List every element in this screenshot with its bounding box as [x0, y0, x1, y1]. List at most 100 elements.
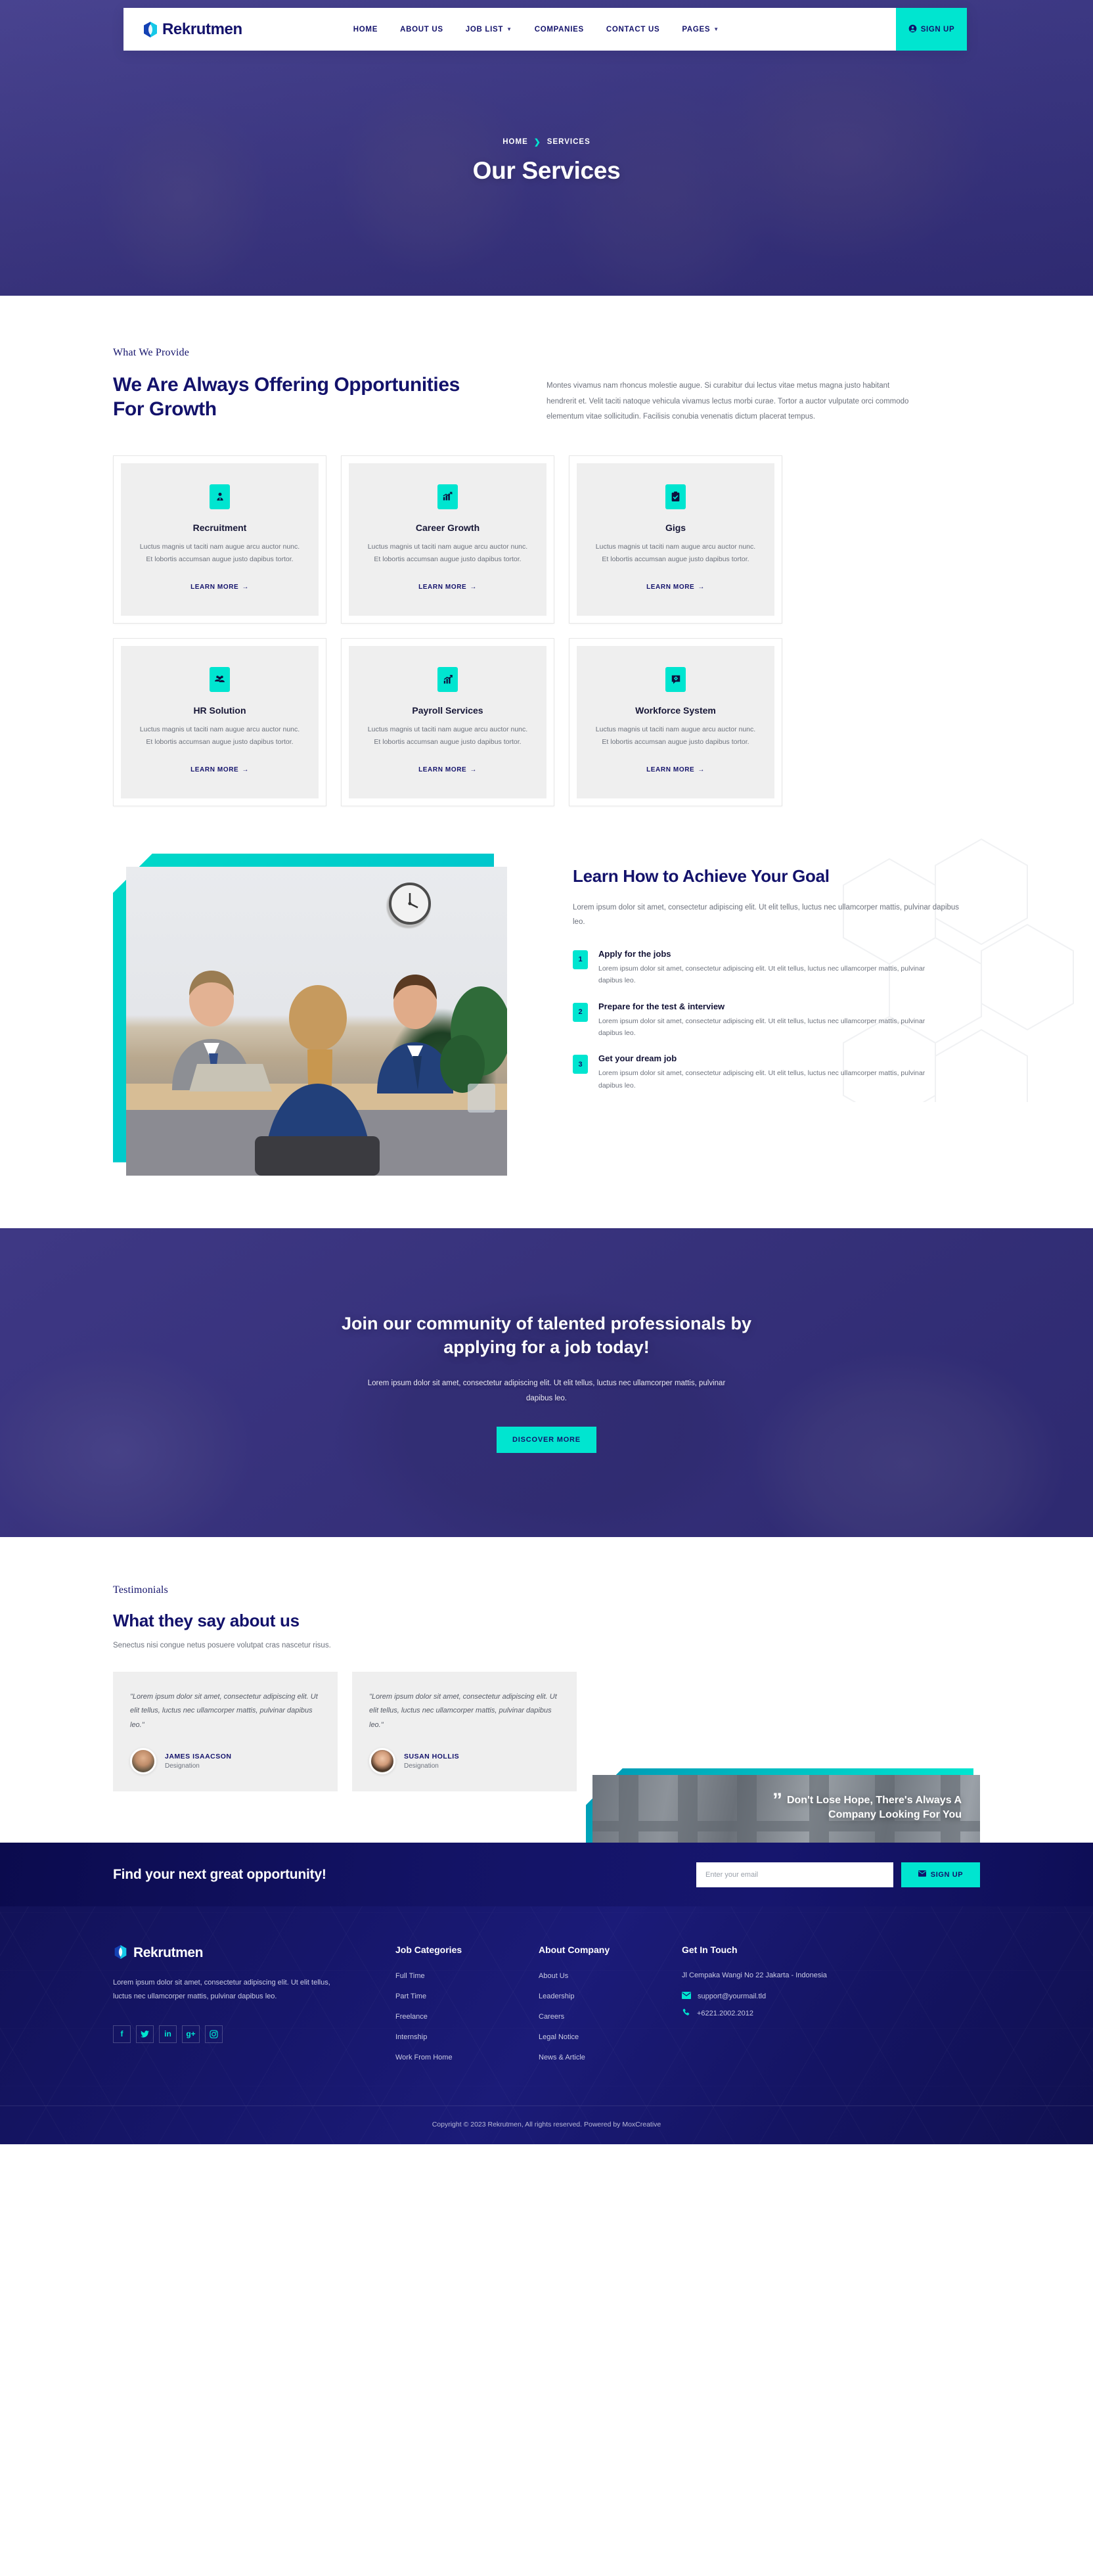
- testimonials-section: Testimonials What they say about us Sene…: [0, 1537, 1093, 2038]
- service-card[interactable]: Workforce System Luctus magnis ut taciti…: [569, 637, 782, 806]
- footer-get-in-touch-column: Get In Touch Jl Cempaka Wangi No 22 Jaka…: [682, 1944, 879, 2071]
- arrow-right-icon: →: [242, 766, 249, 773]
- footer-phone-row[interactable]: +6221.2002.2012: [682, 2008, 879, 2019]
- site-footer: Rekrutmen Lorem ipsum dolor sit amet, co…: [0, 1906, 1093, 2144]
- chart-arrow-icon: [437, 666, 458, 692]
- phone-icon: [682, 2008, 690, 2019]
- twitter-icon[interactable]: [136, 2025, 154, 2043]
- step-number-badge: 3: [573, 1055, 588, 1074]
- service-learn-more-link[interactable]: LEARN MORE →: [418, 766, 477, 773]
- quote-mark-icon: ”: [772, 1789, 782, 1811]
- footer-logo[interactable]: Rekrutmen: [113, 1944, 395, 1962]
- service-card-title: HR Solution: [193, 704, 246, 716]
- service-card-desc: Luctus magnis ut taciti nam augue arcu a…: [139, 542, 300, 564]
- service-card-title: Career Growth: [415, 522, 480, 533]
- service-learn-more-link[interactable]: LEARN MORE →: [190, 766, 249, 773]
- step-desc: Lorem ipsum dolor sit amet, consectetur …: [598, 964, 926, 985]
- footer-columns: Rekrutmen Lorem ipsum dolor sit amet, co…: [113, 1944, 980, 2071]
- breadcrumb-home[interactable]: HOME: [502, 138, 528, 146]
- instagram-icon[interactable]: [205, 2025, 223, 2043]
- brand-logo[interactable]: Rekrutmen: [142, 20, 242, 39]
- footer-link-leadership[interactable]: Leadership: [539, 1992, 574, 2000]
- newsletter-signup-label: SIGN UP: [930, 1870, 964, 1879]
- interview-photo: [126, 866, 507, 1176]
- service-learn-more-link[interactable]: LEARN MORE →: [418, 584, 477, 591]
- service-learn-more-link[interactable]: LEARN MORE →: [190, 584, 249, 591]
- service-learn-more-link[interactable]: LEARN MORE →: [646, 766, 705, 773]
- footer-email: support@yourmail.tld: [698, 1992, 767, 2000]
- step-desc: Lorem ipsum dolor sit amet, consectetur …: [598, 1017, 926, 1038]
- step-title: Prepare for the test & interview: [598, 1001, 725, 1011]
- service-learn-more-link[interactable]: LEARN MORE →: [646, 584, 705, 591]
- testimonials-header: Testimonials What they say about us Sene…: [113, 1584, 481, 1649]
- envelope-icon: [918, 1870, 926, 1879]
- footer-link-legal-notice[interactable]: Legal Notice: [539, 2033, 579, 2041]
- discover-more-button[interactable]: DISCOVER MORE: [497, 1427, 596, 1454]
- step-number-badge: 1: [573, 950, 588, 969]
- service-card[interactable]: Gigs Luctus magnis ut taciti nam augue a…: [569, 455, 782, 624]
- linkedin-icon[interactable]: in: [159, 2025, 177, 2043]
- service-card[interactable]: HR Solution Luctus magnis ut taciti nam …: [113, 637, 326, 806]
- footer-link-freelance[interactable]: Freelance: [395, 2013, 428, 2021]
- user-circle-icon: [908, 24, 917, 35]
- nav-item-pages[interactable]: PAGES ▼: [671, 26, 730, 34]
- footer-link-work-from-home[interactable]: Work From Home: [395, 2054, 453, 2061]
- clipboard-check-icon: [665, 484, 686, 509]
- newsletter-signup-button[interactable]: SIGN UP: [901, 1862, 980, 1887]
- footer-link-internship[interactable]: Internship: [395, 2033, 427, 2041]
- chart-growth-icon: [437, 484, 458, 509]
- learn-more-label: LEARN MORE: [646, 583, 695, 591]
- navbar-signup-button[interactable]: SIGN UP: [896, 8, 967, 51]
- newsletter-form: SIGN UP: [696, 1862, 980, 1887]
- nav-item-companies[interactable]: COMPANIES: [524, 26, 595, 34]
- nav-item-job-list[interactable]: JOB LIST ▼: [455, 26, 524, 34]
- main-navbar: Rekrutmen HOME ABOUT US JOB LIST ▼ COMPAN…: [123, 8, 967, 51]
- testimonial-quote: "Lorem ipsum dolor sit amet, consectetur…: [369, 1692, 557, 1729]
- testimonial-author-role: Designation: [404, 1762, 439, 1770]
- footer-link-careers[interactable]: Careers: [539, 2013, 564, 2021]
- achieve-text-column: Learn How to Achieve Your Goal Lorem ips…: [573, 854, 980, 1107]
- step-title: Get your dream job: [598, 1053, 677, 1064]
- chevron-down-icon: ▼: [713, 26, 719, 32]
- footer-link-news-article[interactable]: News & Article: [539, 2054, 585, 2061]
- footer-brand-column: Rekrutmen Lorem ipsum dolor sit amet, co…: [113, 1944, 395, 2071]
- testimonial-author-role: Designation: [165, 1762, 200, 1770]
- learn-more-label: LEARN MORE: [190, 583, 239, 591]
- cta-banner-section: Join our community of talented professio…: [0, 1228, 1093, 1537]
- achieve-step: 3 Get your dream job Lorem ipsum dolor s…: [573, 1053, 980, 1092]
- achieve-heading: Learn How to Achieve Your Goal: [573, 865, 830, 886]
- service-card[interactable]: Career Growth Luctus magnis ut taciti na…: [341, 455, 554, 624]
- achieve-lead: Lorem ipsum dolor sit amet, consectetur …: [573, 904, 960, 926]
- hero-section: Rekrutmen HOME ABOUT US JOB LIST ▼ COMPAN…: [0, 0, 1093, 296]
- service-card[interactable]: Recruitment Luctus magnis ut taciti nam …: [113, 455, 326, 624]
- avatar: [130, 1748, 156, 1774]
- testimonial-card: "Lorem ipsum dolor sit amet, consectetur…: [352, 1671, 577, 1791]
- arrow-right-icon: →: [698, 766, 705, 773]
- footer-link-full-time[interactable]: Full Time: [395, 1972, 425, 1980]
- footer-column-title: About Company: [539, 1944, 610, 1955]
- nav-item-contact-us[interactable]: CONTACT US: [595, 26, 671, 34]
- rekrutmen-logo-icon: [113, 1944, 130, 1962]
- nav-item-home[interactable]: HOME: [342, 26, 389, 34]
- footer-link-about-us[interactable]: About Us: [539, 1972, 568, 1980]
- service-card-title: Gigs: [665, 522, 686, 533]
- footer-link-part-time[interactable]: Part Time: [395, 1992, 426, 2000]
- footer-about-text: Lorem ipsum dolor sit amet, consectetur …: [113, 1979, 330, 2001]
- nav-item-about-us[interactable]: ABOUT US: [389, 26, 455, 34]
- service-card[interactable]: Payroll Services Luctus magnis ut taciti…: [341, 637, 554, 806]
- step-desc: Lorem ipsum dolor sit amet, consectetur …: [598, 1069, 926, 1090]
- newsletter-email-input[interactable]: [696, 1862, 893, 1887]
- what-we-provide-section: What We Provide We Are Always Offering O…: [0, 296, 1093, 806]
- footer-email-row[interactable]: support@yourmail.tld: [682, 1991, 879, 2001]
- testimonials-sub: Senectus nisi congue netus posuere volut…: [113, 1641, 331, 1649]
- cta-heading: Join our community of talented professio…: [341, 1314, 752, 1358]
- learn-more-label: LEARN MORE: [418, 766, 467, 773]
- service-card-desc: Luctus magnis ut taciti nam augue arcu a…: [595, 725, 756, 747]
- achieve-step: 1 Apply for the jobs Lorem ipsum dolor s…: [573, 949, 980, 987]
- service-card-desc: Luctus magnis ut taciti nam augue arcu a…: [367, 725, 528, 747]
- brand-name: Rekrutmen: [162, 20, 242, 38]
- service-card-title: Recruitment: [192, 522, 247, 533]
- facebook-icon[interactable]: f: [113, 2025, 131, 2043]
- google-plus-icon[interactable]: g+: [182, 2025, 200, 2043]
- cta-content: Join our community of talented professio…: [317, 1312, 776, 1454]
